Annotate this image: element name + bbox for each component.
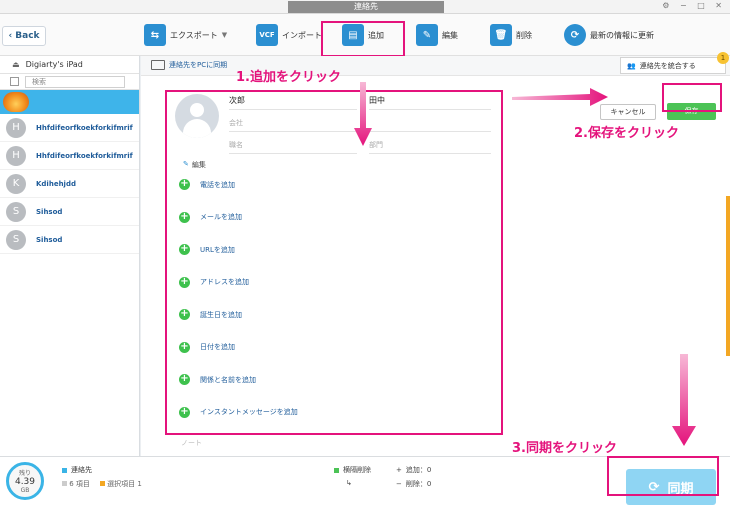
annotation-arrows [354,82,696,446]
arrow-right-step2 [512,88,608,106]
arrow-down-step1 [354,82,372,146]
arrow-down-step3 [672,354,696,446]
